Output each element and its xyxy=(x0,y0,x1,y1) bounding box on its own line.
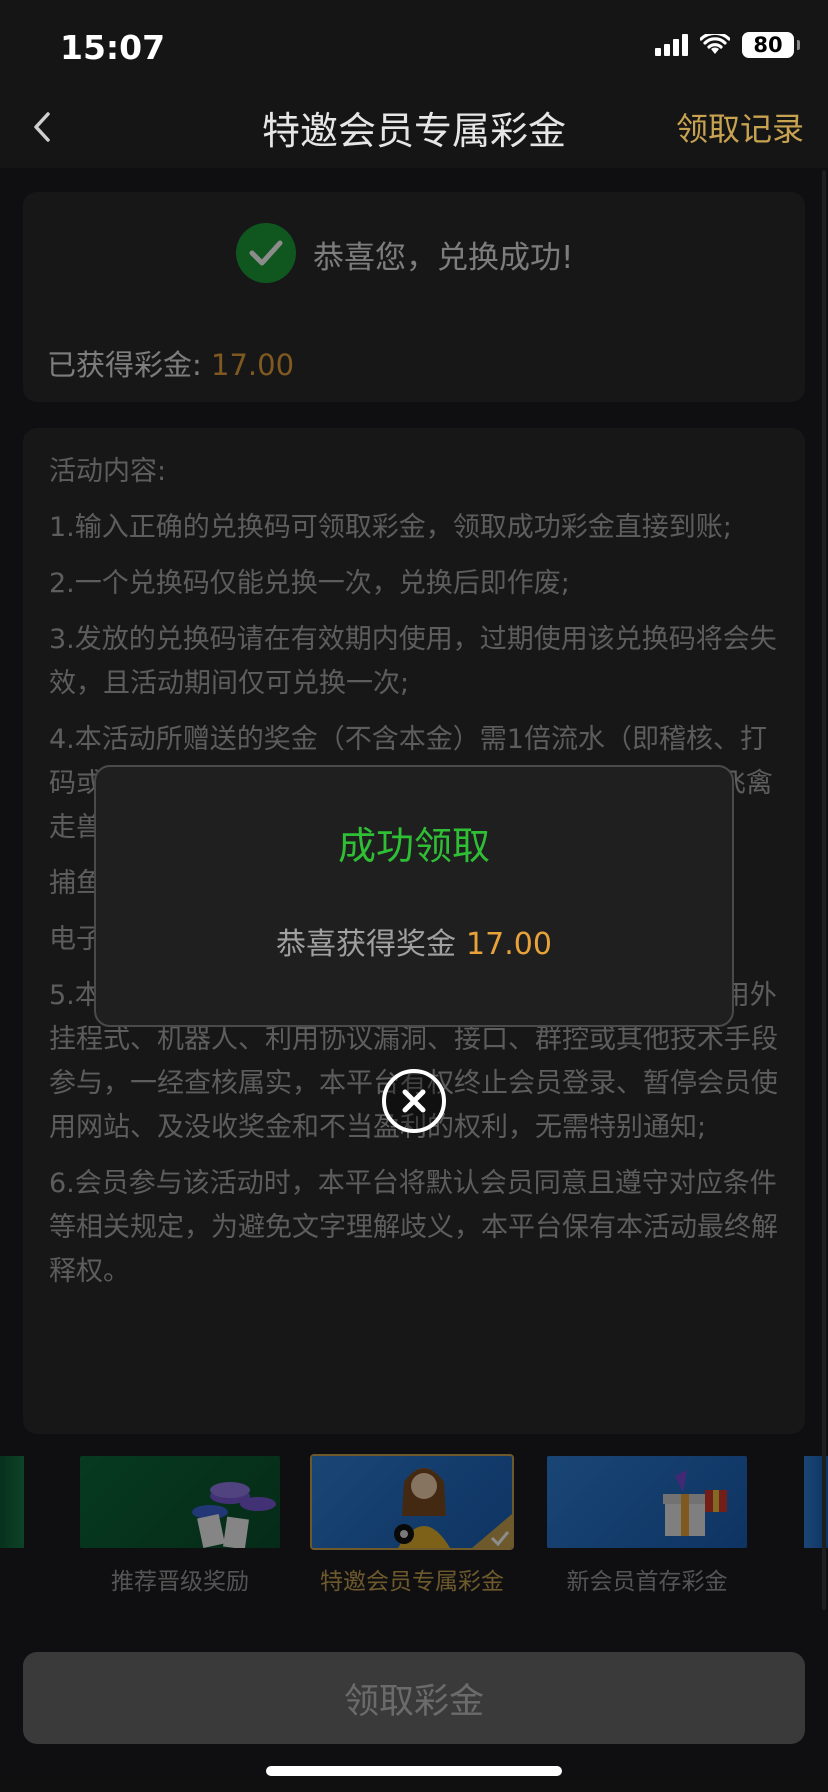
status-icons: 80 xyxy=(655,32,800,58)
status-bar: 15:07 80 xyxy=(0,0,828,88)
cellular-signal-icon xyxy=(655,34,688,56)
status-time: 15:07 xyxy=(60,28,166,67)
success-dialog: 成功领取 恭喜获得奖金 17.00 xyxy=(94,765,734,1027)
dialog-message: 恭喜获得奖金 17.00 xyxy=(96,919,732,963)
battery-icon: 80 xyxy=(742,32,800,58)
dialog-message-text: 恭喜获得奖金 xyxy=(276,927,457,962)
wifi-icon xyxy=(700,34,730,54)
close-icon xyxy=(402,1089,426,1113)
dialog-amount: 17.00 xyxy=(466,927,552,962)
home-indicator xyxy=(266,1766,562,1776)
dialog-close-button[interactable] xyxy=(382,1069,446,1133)
claim-history-link[interactable]: 领取记录 xyxy=(676,104,804,150)
dialog-title: 成功领取 xyxy=(337,824,490,868)
nav-bar: 特邀会员专属彩金 领取记录 xyxy=(0,88,828,168)
